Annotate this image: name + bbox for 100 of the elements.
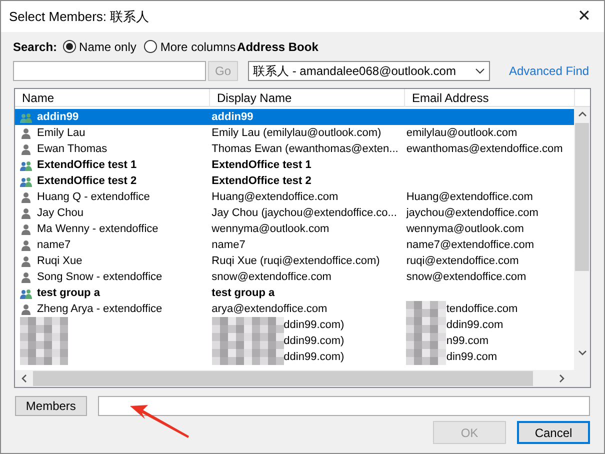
display-name: test group a bbox=[212, 286, 275, 301]
email-address: ruqi@extendoffice.com bbox=[406, 254, 519, 269]
contact-row[interactable]: Song Snow - extendoffice snow@extendoffice.com snow@extendoffice.com bbox=[15, 269, 574, 285]
search-option-radio[interactable]: Name only bbox=[63, 38, 136, 56]
group-icon bbox=[20, 160, 32, 170]
contact-row[interactable]: ddin99.com) din99.com bbox=[15, 349, 574, 365]
search-option-radio[interactable]: More columns bbox=[144, 38, 236, 56]
email-address: jaychou@extendoffice.com bbox=[406, 206, 538, 221]
column-header[interactable]: Name bbox=[15, 89, 210, 107]
advanced-find-link[interactable]: Advanced Find bbox=[509, 62, 590, 80]
address-book-label: Address Book bbox=[237, 38, 318, 56]
display-name: wennyma@outlook.com bbox=[212, 222, 330, 237]
display-name: ddin99.com) bbox=[284, 334, 344, 349]
contact-name: ExtendOffice test 1 bbox=[37, 158, 137, 173]
contact-name: addin99 bbox=[37, 110, 79, 125]
horizontal-scrollbar[interactable] bbox=[15, 370, 590, 387]
contact-row[interactable]: ddin99.com) n99.com bbox=[15, 333, 574, 349]
email-address: snow@extendoffice.com bbox=[406, 270, 526, 285]
contact-row[interactable]: Jay Chou Jay Chou (jaychou@extendoffice.co... jaychou@extendoffice.com bbox=[15, 205, 574, 221]
contact-name: name7 bbox=[37, 238, 71, 253]
display-name: addin99 bbox=[212, 110, 254, 125]
display-name: snow@extendoffice.com bbox=[212, 270, 332, 285]
display-name: ddin99.com) bbox=[284, 318, 344, 333]
contact-name: Zheng Arya - extendoffice bbox=[37, 302, 162, 317]
scroll-down-icon[interactable] bbox=[578, 350, 587, 356]
contact-row[interactable]: ExtendOffice test 2 ExtendOffice test 2 bbox=[15, 173, 574, 189]
email-address: n99.com bbox=[446, 334, 489, 349]
contact-row[interactable]: ddin99.com) ddin99.com bbox=[15, 317, 574, 333]
contact-name: Ruqi Xue bbox=[37, 254, 82, 269]
email-address: name7@extendoffice.com bbox=[406, 238, 534, 253]
display-name: ExtendOffice test 2 bbox=[212, 174, 312, 189]
person-icon bbox=[20, 128, 32, 138]
contact-row[interactable]: Ruqi Xue Ruqi Xue (ruqi@extendoffice.com) ruqi@extendoffice.com bbox=[15, 253, 574, 269]
contact-name: ExtendOffice test 2 bbox=[37, 174, 137, 189]
person-icon bbox=[20, 192, 32, 202]
group-icon bbox=[20, 176, 32, 186]
display-name: ddin99.com) bbox=[284, 350, 344, 365]
annotation-arrow bbox=[128, 402, 190, 440]
contact-name: test group a bbox=[37, 286, 100, 301]
privacy-mosaic bbox=[406, 301, 446, 317]
window-title: Select Members: 联系人 bbox=[9, 8, 150, 26]
column-header[interactable]: Email Address bbox=[405, 89, 575, 107]
display-name: Ruqi Xue (ruqi@extendoffice.com) bbox=[212, 254, 380, 269]
contact-row[interactable]: ExtendOffice test 1 ExtendOffice test 1 bbox=[15, 157, 574, 173]
contact-name: Huang Q - extendoffice bbox=[37, 190, 150, 205]
privacy-mosaic bbox=[406, 333, 446, 349]
contact-row[interactable]: name7 name7 name7@extendoffice.com bbox=[15, 237, 574, 253]
person-icon bbox=[20, 144, 32, 154]
person-icon bbox=[20, 272, 32, 282]
contact-name: Emily Lau bbox=[37, 126, 86, 141]
search-label: Search: bbox=[13, 38, 58, 56]
person-icon bbox=[20, 304, 32, 314]
group-icon bbox=[20, 112, 32, 122]
email-address: din99.com bbox=[446, 350, 498, 365]
group-icon bbox=[20, 288, 32, 298]
contact-row[interactable]: Ewan Thomas Thomas Ewan (ewanthomas@exten... ewanthomas@extendoffice.com bbox=[15, 141, 574, 157]
email-address: ewanthomas@extendoffice.com bbox=[406, 142, 563, 157]
contact-row[interactable]: Emily Lau Emily Lau (emilylau@outlook.com) emilylau@outlook.com bbox=[15, 125, 574, 141]
person-icon bbox=[20, 224, 32, 234]
vertical-scrollbar[interactable] bbox=[574, 107, 590, 370]
search-field[interactable] bbox=[13, 61, 206, 81]
scroll-thumb[interactable] bbox=[575, 123, 590, 271]
members-button[interactable]: Members bbox=[15, 396, 87, 416]
privacy-mosaic bbox=[406, 349, 446, 365]
person-icon bbox=[20, 240, 32, 250]
display-name: Emily Lau (emilylau@outlook.com) bbox=[212, 126, 382, 141]
contact-name: Song Snow - extendoffice bbox=[37, 270, 162, 285]
display-name: arya@extendoffice.com bbox=[212, 302, 328, 317]
scroll-left-icon[interactable] bbox=[21, 374, 27, 383]
display-name: Jay Chou (jaychou@extendoffice.co... bbox=[212, 206, 397, 221]
address-book-dropdown[interactable]: 联系人 - amandalee068@outlook.com bbox=[248, 61, 490, 81]
person-icon bbox=[20, 208, 32, 218]
members-field[interactable] bbox=[98, 396, 590, 416]
close-button[interactable]: ✕ bbox=[564, 2, 604, 32]
email-address: wennyma@outlook.com bbox=[406, 222, 524, 237]
privacy-mosaic bbox=[20, 349, 68, 365]
privacy-mosaic bbox=[406, 317, 446, 333]
email-address: tendoffice.com bbox=[446, 302, 518, 317]
contact-name: Ewan Thomas bbox=[37, 142, 108, 157]
scroll-up-icon[interactable] bbox=[578, 111, 587, 117]
column-header[interactable]: Display Name bbox=[210, 89, 405, 107]
dialog-button[interactable]: Cancel bbox=[517, 421, 590, 444]
contact-row[interactable]: test group a test group a bbox=[15, 285, 574, 301]
contact-row[interactable]: Huang Q - extendoffice Huang@extendoffice.com Huang@extendoffice.com bbox=[15, 189, 574, 205]
display-name: Thomas Ewan (ewanthomas@exten... bbox=[212, 142, 398, 157]
contact-row[interactable]: addin99 addin99 bbox=[15, 109, 574, 125]
chevron-down-icon bbox=[475, 68, 485, 74]
privacy-mosaic bbox=[20, 317, 68, 333]
email-address: ddin99.com bbox=[446, 318, 504, 333]
display-name: name7 bbox=[212, 238, 246, 253]
contact-row[interactable]: Zheng Arya - extendoffice arya@extendoffice.com tendoffice.com bbox=[15, 301, 574, 317]
scroll-right-icon[interactable] bbox=[559, 374, 565, 383]
email-address: emilylau@outlook.com bbox=[406, 126, 518, 141]
email-address: Huang@extendoffice.com bbox=[406, 190, 533, 205]
scroll-thumb[interactable] bbox=[33, 371, 533, 386]
person-icon bbox=[20, 256, 32, 266]
display-name: Huang@extendoffice.com bbox=[212, 190, 338, 205]
contact-row[interactable]: Ma Wenny - extendoffice wennyma@outlook.com wennyma@outlook.com bbox=[15, 221, 574, 237]
privacy-mosaic bbox=[20, 333, 68, 349]
contact-name: Ma Wenny - extendoffice bbox=[37, 222, 158, 237]
